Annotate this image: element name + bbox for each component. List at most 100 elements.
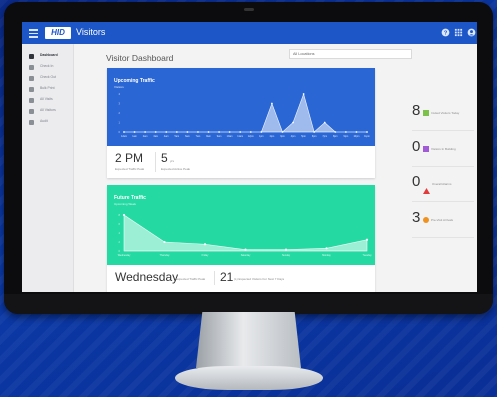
- location-select[interactable]: All Locations: [289, 49, 412, 59]
- stat-value: 0: [412, 138, 421, 155]
- data-point: [344, 131, 347, 133]
- sidebar-item-label: Audit: [40, 119, 48, 123]
- x-tick-label: 12am: [121, 135, 127, 138]
- stat-label: Invited Visitors Today: [431, 111, 460, 115]
- peak-time-value: 2 PM: [115, 151, 144, 165]
- stat-pre-visit-arrivals[interactable]: 3 Pre-Visit Arrivals: [412, 209, 474, 239]
- x-tick-label: 2pm: [270, 135, 275, 138]
- account-icon[interactable]: [467, 28, 476, 37]
- app-screen: HID Visitors ? Dashboard Check In Check …: [22, 22, 477, 292]
- x-tick-label: Tuesday: [362, 254, 372, 257]
- x-tick-label: 5am: [174, 135, 179, 138]
- x-tick-label: 6am: [185, 135, 190, 138]
- check-in-icon: [29, 65, 34, 70]
- x-tick-label: 5pm: [301, 135, 306, 138]
- upcoming-traffic-subtitle: Visitors: [114, 85, 124, 89]
- apps-grid-icon[interactable]: [454, 28, 463, 37]
- sidebar-item-label: Check Out: [40, 75, 57, 79]
- data-point: [133, 131, 136, 133]
- main-content: Visitor Dashboard All Locations 0 1 2 3 4 12a…: [74, 44, 477, 292]
- menu-icon[interactable]: [29, 27, 38, 39]
- stat-invited-today[interactable]: 8 Invited Visitors Today: [412, 102, 474, 132]
- x-tick-label: Sunday: [282, 254, 291, 257]
- data-point: [197, 131, 199, 133]
- x-tick-label: 10pm: [353, 135, 359, 138]
- dashboard-icon: [29, 54, 34, 59]
- x-tick-label: Thursday: [160, 254, 171, 257]
- data-point: [249, 131, 252, 133]
- data-point: [218, 131, 220, 133]
- check-out-icon: [29, 76, 34, 81]
- chart-background: [107, 185, 375, 265]
- x-tick-label: 9pm: [344, 135, 349, 138]
- sidebar: Dashboard Check In Check Out Bulk Print …: [22, 44, 74, 292]
- sidebar-item-all-visits[interactable]: All Visits: [22, 96, 74, 107]
- sidebar-item-audit[interactable]: Audit: [22, 118, 74, 129]
- stat-value: 3: [412, 209, 421, 226]
- data-point: [207, 131, 210, 133]
- data-point: [123, 131, 125, 133]
- x-tick-label: 1am: [132, 135, 137, 138]
- sidebar-item-label: Bulk Print: [40, 86, 55, 90]
- data-point: [284, 248, 288, 251]
- data-point: [122, 213, 126, 217]
- data-point: [365, 238, 369, 241]
- divider: [412, 130, 474, 131]
- peak-time-label: Expected Traffic Peak: [115, 167, 145, 171]
- x-tick-label: 4am: [164, 135, 169, 138]
- data-point: [175, 131, 178, 133]
- data-point: [271, 102, 273, 105]
- stat-overall-alarms[interactable]: 0 Overall Alarms: [412, 173, 474, 203]
- data-point: [355, 131, 358, 133]
- stat-label: Overall Alarms: [432, 182, 452, 186]
- monitor-chin: [4, 294, 493, 314]
- stat-value: 8: [412, 102, 421, 119]
- help-icon[interactable]: ?: [441, 28, 450, 37]
- x-tick-label: 12pm: [248, 135, 254, 138]
- sidebar-item-label: Dashboard: [40, 53, 58, 57]
- active-peak-unit: yrs: [170, 159, 174, 163]
- x-tick-label: Monday: [322, 254, 331, 257]
- active-peak-label: Expected Active Peak: [161, 167, 191, 171]
- x-tick-label: Friday: [202, 254, 209, 257]
- hid-logo: HID: [45, 27, 71, 39]
- x-tick-label: 8pm: [333, 135, 338, 138]
- x-tick-label: 1pm: [259, 135, 264, 138]
- warning-triangle-icon: [423, 181, 430, 194]
- upcoming-traffic-card: 0 1 2 3 4 12am 1am 2am 3am 4am 5am 6am 7am 8am 9am 10am…: [107, 68, 375, 178]
- x-tick-label: 8am: [206, 135, 211, 138]
- data-point: [144, 131, 147, 133]
- camera-icon: [244, 8, 254, 11]
- data-point: [165, 131, 168, 133]
- purple-square-icon: [423, 146, 429, 152]
- data-point: [281, 131, 284, 133]
- peak-day-label: Expected Traffic Peak: [176, 277, 206, 281]
- data-point: [239, 131, 242, 133]
- x-tick-label: 11am: [237, 135, 243, 138]
- next-week-label: (L) Expected Visitors For Next 7 Days: [234, 277, 285, 281]
- audit-icon: [29, 120, 34, 125]
- x-tick-label: Saturday: [241, 254, 251, 257]
- green-square-icon: [423, 110, 429, 116]
- data-point: [154, 131, 157, 133]
- active-peak-value: 5: [161, 151, 168, 165]
- stat-label: Visitors In Building: [431, 147, 456, 151]
- sidebar-item-bulk-print[interactable]: Bulk Print: [22, 85, 74, 96]
- x-tick-label: 3pm: [280, 135, 285, 138]
- data-point: [186, 131, 189, 133]
- sidebar-item-check-out[interactable]: Check Out: [22, 74, 74, 85]
- monitor-stand: [196, 312, 301, 368]
- data-point: [203, 243, 207, 246]
- x-tick-label: 9am: [217, 135, 222, 138]
- data-point: [228, 131, 231, 133]
- visitors-icon: [29, 109, 34, 114]
- divider: [214, 271, 215, 285]
- sidebar-item-check-in[interactable]: Check In: [22, 63, 74, 74]
- stat-in-building[interactable]: 0 Visitors In Building: [412, 138, 474, 168]
- stat-label: Pre-Visit Arrivals: [431, 218, 453, 222]
- sidebar-item-all-visitors[interactable]: All Visitors: [22, 107, 74, 118]
- x-tick-label: 4pm: [291, 135, 296, 138]
- data-point: [244, 248, 247, 251]
- data-point: [334, 131, 337, 133]
- sidebar-item-dashboard[interactable]: Dashboard: [22, 52, 74, 63]
